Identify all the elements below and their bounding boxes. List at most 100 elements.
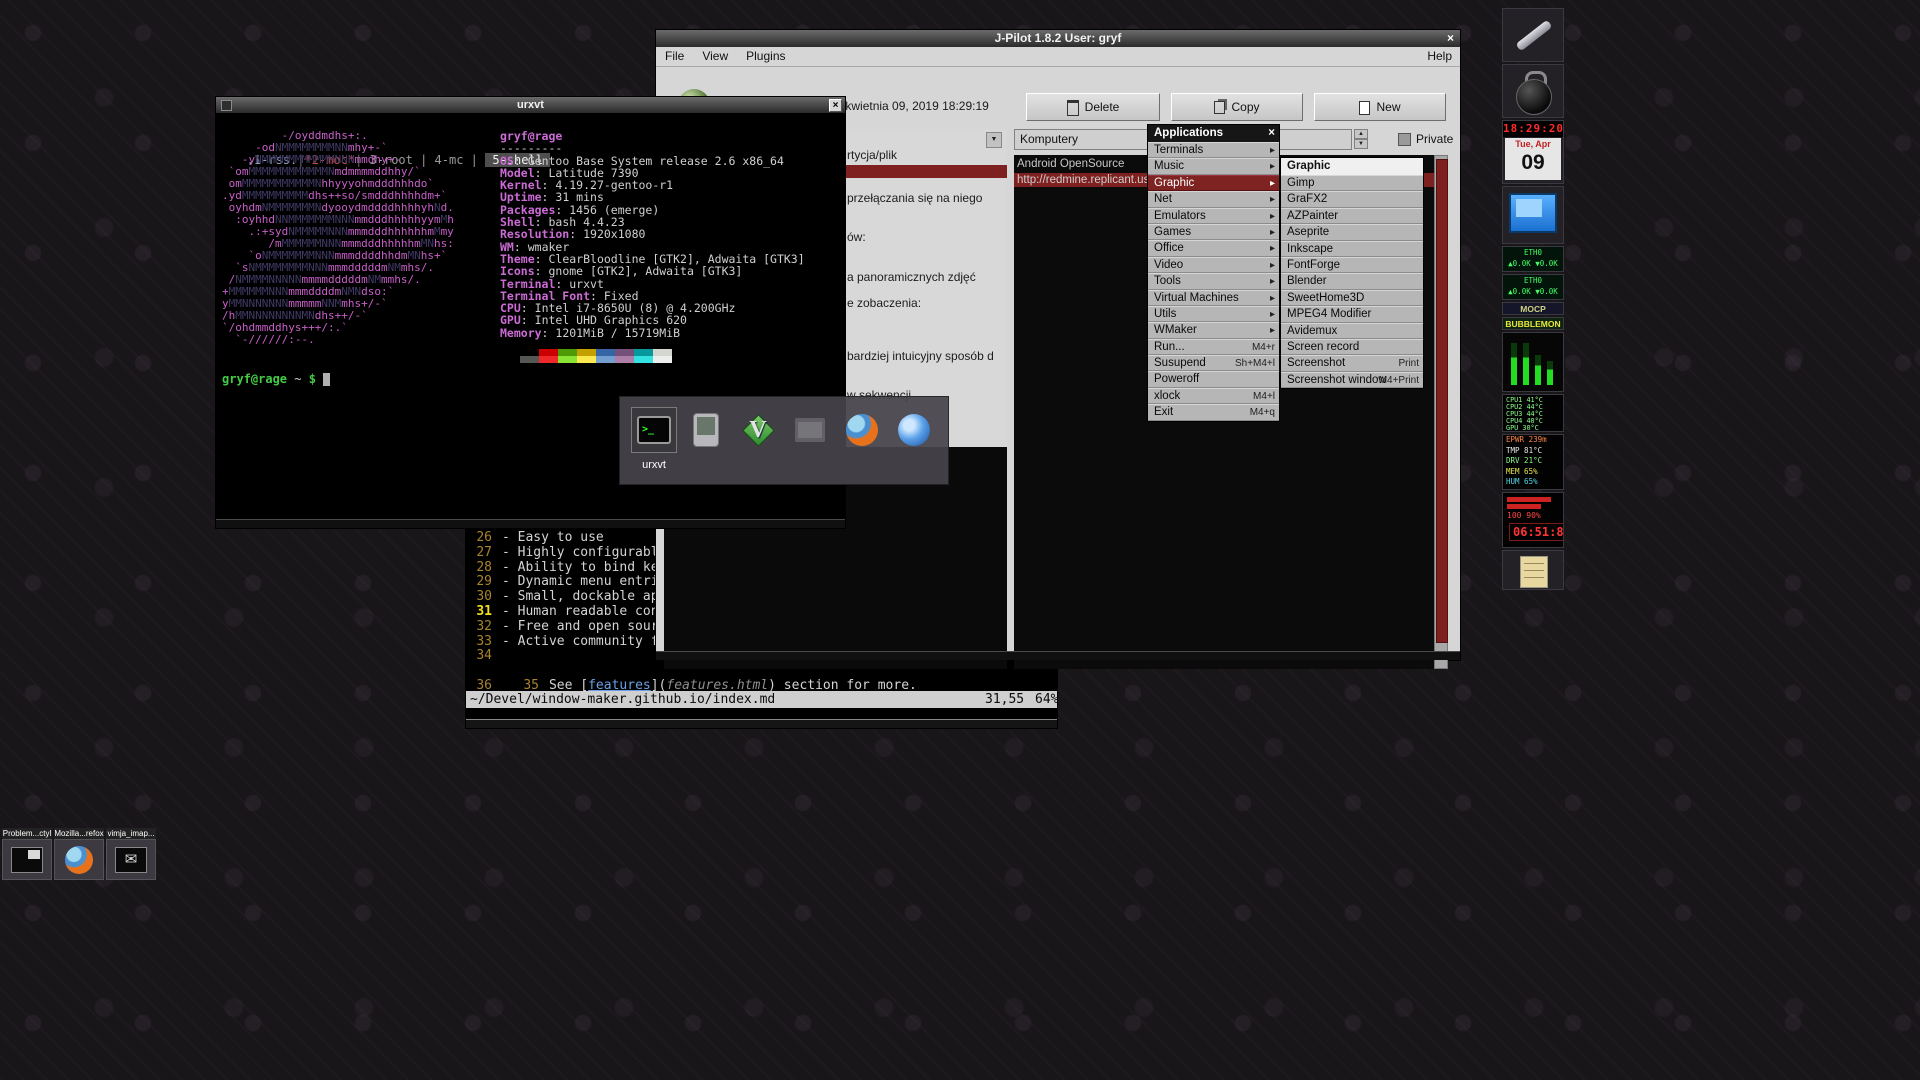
menu-item[interactable]: Utils▸ [1148, 306, 1279, 322]
spin-down-icon[interactable]: ▼ [1354, 139, 1368, 149]
menu-item[interactable]: Net▸ [1148, 191, 1279, 207]
battery-time: 06:51:8 [1509, 523, 1564, 541]
jpilot-resizebar[interactable] [656, 651, 1460, 660]
miniwindow-vimja[interactable]: vimja_imap... ✉ [106, 828, 156, 880]
menu-item[interactable]: Gimp [1281, 175, 1423, 191]
miniaturize-icon[interactable] [221, 100, 232, 111]
monitor-icon [1509, 193, 1557, 233]
dock-tile-sensors[interactable]: EPWR 239mTMP 81°CDRV 21°CMEM 65%HUM 65% [1502, 434, 1564, 490]
menu-item[interactable]: Run...M4+r [1148, 339, 1279, 355]
menubar-item[interactable]: Plugins [737, 47, 794, 66]
applications-menu-title[interactable]: Applications × [1148, 125, 1279, 142]
dock-tile-bubblemon[interactable]: BUBBLEMON [1502, 317, 1564, 330]
spin-up-icon[interactable]: ▲ [1354, 129, 1368, 139]
mixer-bar[interactable] [1511, 343, 1517, 385]
copy-button[interactable]: Copy [1171, 93, 1303, 121]
dock-tile-clock[interactable]: 18:29:20 Tue, Apr 09 [1502, 120, 1564, 184]
menu-item[interactable]: ScreenshotPrint [1281, 355, 1423, 371]
miniwindow-label: vimja_imap... [106, 828, 156, 839]
dock-tile-mocp[interactable]: MOCP [1502, 302, 1564, 315]
menubar-item[interactable]: View [693, 47, 737, 66]
desktop: 26- Easy to use27- Highly configurable28… [0, 0, 1920, 1080]
terminal-dialog-icon [11, 847, 43, 873]
iconbar-item-firefox[interactable] [839, 407, 885, 453]
chevron-down-icon[interactable]: ▼ [986, 132, 1002, 148]
menu-item[interactable]: Terminals▸ [1148, 142, 1279, 158]
menu-item[interactable]: Video▸ [1148, 257, 1279, 273]
firefox-icon [65, 846, 93, 874]
scrollbar-thumb[interactable] [1436, 159, 1448, 643]
miniwindow-problem[interactable]: Problem...ctyl [2, 828, 52, 880]
menu-item[interactable]: Graphic▸ [1148, 175, 1279, 191]
mixer-bar[interactable] [1523, 343, 1529, 385]
menu-item[interactable]: ExitM4+q [1148, 404, 1279, 420]
cpu-temp-line: GPU 30°C [1503, 425, 1563, 432]
menubar-item-help[interactable]: Help [1427, 47, 1452, 66]
iconbar-item-urxvt[interactable]: >_ [631, 407, 677, 453]
menu-item[interactable]: AZPainter [1281, 208, 1423, 224]
palette-swatch [653, 356, 672, 363]
screen-tab[interactable] [478, 153, 485, 167]
iconbar-item-palm[interactable] [683, 407, 729, 453]
menu-item[interactable]: Aseprite [1281, 224, 1423, 240]
palette-swatch [653, 349, 672, 356]
menu-item[interactable]: Tools▸ [1148, 273, 1279, 289]
dock-tile-monitor[interactable] [1502, 186, 1564, 244]
memo-panel-header: rtycja/plik [847, 148, 897, 162]
menu-item[interactable]: Inkscape [1281, 241, 1423, 257]
dock-tile-cpu-temp[interactable]: CPU1 41°CCPU2 44°CCPU3 44°CCPU4 40°CGPU … [1502, 394, 1564, 432]
close-icon[interactable]: × [829, 99, 842, 112]
miniwindow-firefox[interactable]: Mozilla...refox [54, 828, 104, 880]
close-icon[interactable]: × [1444, 32, 1457, 45]
new-button[interactable]: New [1314, 93, 1446, 121]
menu-item[interactable]: Virtual Machines▸ [1148, 290, 1279, 306]
sensor-line: EPWR 239m [1503, 435, 1563, 446]
delete-button[interactable]: Delete [1026, 93, 1160, 121]
iconbar-item-image-viewer[interactable] [787, 407, 833, 453]
dock-tile-battery[interactable]: 100 90% 06:51:8 [1502, 492, 1564, 548]
menu-item[interactable]: FontForge [1281, 257, 1423, 273]
menu-item[interactable]: SweetHome3D [1281, 290, 1423, 306]
dock-tile-mixer[interactable] [1502, 332, 1564, 392]
menu-item[interactable]: Office▸ [1148, 240, 1279, 256]
vim-resizebar[interactable] [466, 719, 1057, 728]
iconbar-item-browser[interactable] [891, 407, 937, 453]
mixer-bar[interactable] [1535, 355, 1541, 385]
dock-tile-notes[interactable] [1502, 550, 1564, 590]
menubar-item[interactable]: File [656, 47, 693, 66]
palette-swatch [539, 356, 558, 363]
menu-item[interactable]: Blender [1281, 273, 1423, 289]
graphic-submenu-title[interactable]: Graphic [1281, 158, 1423, 175]
menu-item[interactable]: Emulators▸ [1148, 208, 1279, 224]
menu-item[interactable]: Screenshot windowM4+Print [1281, 372, 1423, 388]
menu-item[interactable]: WMaker▸ [1148, 322, 1279, 338]
battery-percent: 100 90% [1507, 511, 1541, 520]
net-interface-label: ETH0 [1503, 275, 1563, 286]
menu-item[interactable]: GraFX2 [1281, 191, 1423, 207]
private-checkbox[interactable] [1398, 133, 1411, 146]
close-icon[interactable]: × [1268, 125, 1275, 142]
dock-tile-clip[interactable] [1502, 8, 1564, 62]
iconbar-item-gvim[interactable]: V [735, 407, 781, 453]
menu-item[interactable]: xlockM4+l [1148, 388, 1279, 404]
dock-tile-net1[interactable]: ETH0 ▲0.0K ▼0.0K [1502, 246, 1564, 272]
mixer-bar[interactable] [1547, 361, 1553, 385]
jpilot-titlebar[interactable]: J-Pilot 1.8.2 User: gryf × [656, 30, 1460, 47]
palette-swatch [558, 356, 577, 363]
terminal-resizebar[interactable] [216, 519, 845, 528]
menu-item[interactable]: Poweroff [1148, 371, 1279, 387]
dock-tile-net2[interactable]: ETH0 ▲0.0K ▼0.0K [1502, 274, 1564, 300]
menu-item[interactable]: SusupendSh+M4+l [1148, 355, 1279, 371]
palm-device-icon [693, 413, 719, 447]
menu-item[interactable]: MPEG4 Modifier [1281, 306, 1423, 322]
neofetch-info-line: Memory1201MiB / 15719MiB [500, 327, 805, 339]
sensor-line: HUM 65% [1503, 477, 1563, 488]
dock-tile-app[interactable] [1502, 64, 1564, 118]
menu-item[interactable]: Music▸ [1148, 158, 1279, 174]
terminal-titlebar[interactable]: urxvt × [216, 97, 845, 113]
applications-menu: Applications × Terminals▸Music▸Graphic▸N… [1147, 124, 1280, 422]
menu-item[interactable]: Avidemux [1281, 323, 1423, 339]
record-list-scrollbar[interactable] [1434, 155, 1448, 669]
menu-item[interactable]: Games▸ [1148, 224, 1279, 240]
menu-item[interactable]: Screen record [1281, 339, 1423, 355]
